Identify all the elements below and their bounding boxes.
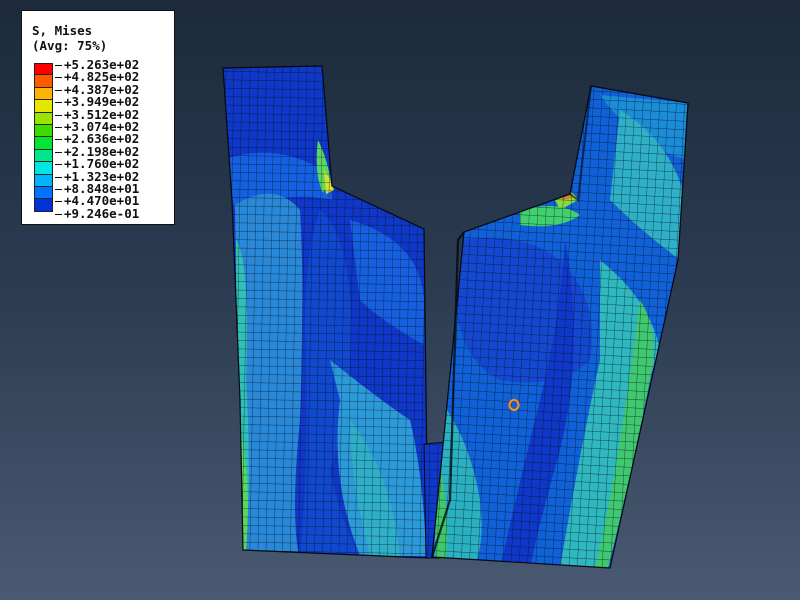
legend-swatch	[34, 137, 53, 150]
legend-swatch	[34, 149, 53, 163]
legend-swatch	[34, 199, 53, 212]
legend-swatch	[34, 100, 53, 113]
left-jaw-mesh[interactable]	[220, 60, 430, 560]
legend-swatch	[34, 87, 53, 101]
legend-swatch	[34, 162, 53, 175]
legend-swatch	[34, 63, 53, 76]
legend-color-bar	[34, 63, 53, 212]
legend-panel: S, Mises (Avg: 75%) +5.263e+02 +4.825e+02…	[21, 10, 175, 225]
legend-swatch	[34, 75, 53, 88]
right-jaw-mesh[interactable]	[430, 80, 700, 580]
legend-swatch	[34, 186, 53, 200]
legend-value-label: +9.246e-01	[55, 207, 139, 220]
legend-title: S, Mises	[32, 23, 93, 38]
legend-swatch	[34, 124, 53, 138]
legend-swatch	[34, 112, 53, 125]
legend-swatch	[34, 174, 53, 187]
legend-labels: +5.263e+02 +4.825e+02 +4.387e+02 +3.949e+02…	[55, 58, 139, 220]
legend-subtitle: (Avg: 75%)	[32, 38, 108, 53]
